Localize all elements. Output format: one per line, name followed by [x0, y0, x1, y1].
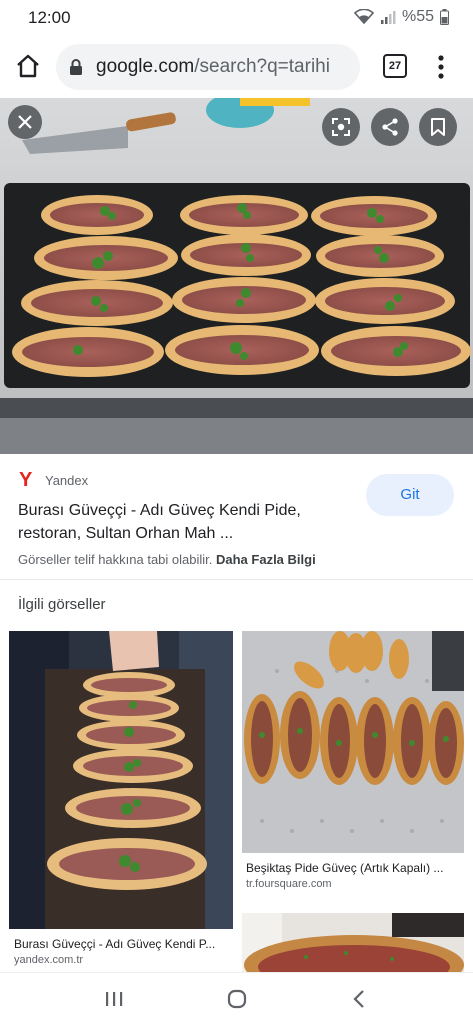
copyright-notice: Görseller telif hakkına tabi olabilir. D…: [18, 552, 316, 567]
home-circle-icon: [227, 989, 247, 1009]
home-nav-button[interactable]: [223, 985, 251, 1013]
related-photo-2: [242, 631, 464, 853]
lens-button[interactable]: [322, 108, 360, 146]
more-info-link[interactable]: Daha Fazla Bilgi: [216, 552, 316, 567]
related-photo-1: [9, 631, 233, 929]
related-source-1: yandex.com.tr: [14, 954, 84, 966]
address-bar[interactable]: google.com/search?q=tarihi: [56, 44, 360, 90]
bookmark-icon: [431, 118, 445, 136]
close-button[interactable]: [8, 105, 42, 139]
close-icon: [18, 115, 32, 129]
source-logo: Y: [19, 469, 33, 491]
save-button[interactable]: [419, 108, 457, 146]
related-images-heading: İlgili görseller: [18, 596, 106, 613]
url-path: /search?q=tarihi: [194, 56, 330, 77]
more-vert-icon: [438, 55, 444, 79]
url-text: google.com/search?q=tarihi: [96, 56, 330, 78]
battery-text: %55: [401, 8, 434, 25]
pide-group: [12, 195, 471, 377]
recent-apps-button[interactable]: [100, 985, 128, 1013]
url-domain: google.com: [96, 56, 195, 77]
pide-tray-photo: [0, 98, 473, 454]
recents-icon: [106, 992, 123, 1006]
wifi-icon: [353, 9, 374, 25]
related-image-3[interactable]: [242, 913, 464, 972]
visit-button[interactable]: Git: [366, 474, 454, 516]
result-title[interactable]: Burası Güveççi - Adı Güveç Kendi Pide, r…: [18, 499, 348, 545]
tab-switcher-button[interactable]: 27: [383, 54, 407, 78]
overflow-menu-button[interactable]: [433, 54, 449, 80]
status-bar: 12:00 %55: [0, 0, 473, 36]
share-button[interactable]: [371, 108, 409, 146]
lock-icon: [68, 58, 84, 81]
status-icons: %55: [353, 8, 449, 26]
main-image[interactable]: [0, 98, 473, 454]
related-caption-2[interactable]: Beşiktaş Pide Güveç (Artık Kapalı) ...: [246, 861, 464, 875]
copyright-text: Görseller telif hakkına tabi olabilir.: [18, 552, 213, 567]
related-image-1[interactable]: [9, 631, 233, 929]
source-name[interactable]: Yandex: [45, 473, 88, 488]
image-source-panel: Y Yandex Burası Güveççi - Adı Güveç Kend…: [0, 454, 473, 580]
lens-icon: [332, 118, 350, 136]
back-chevron-icon: [353, 990, 364, 1008]
system-navigation-bar: [0, 972, 473, 1024]
battery-icon: [440, 9, 449, 25]
browser-toolbar: google.com/search?q=tarihi 27: [0, 36, 473, 98]
home-icon: [17, 54, 39, 78]
related-image-2[interactable]: [242, 631, 464, 853]
status-time: 12:00: [28, 8, 71, 27]
share-icon: [382, 118, 398, 136]
related-source-2: tr.foursquare.com: [246, 878, 332, 890]
home-button[interactable]: [14, 52, 42, 80]
back-button[interactable]: [346, 985, 374, 1013]
related-photo-3: [242, 913, 464, 972]
signal-icon: [380, 9, 396, 25]
related-caption-1[interactable]: Burası Güveççi - Adı Güveç Kendi P...: [14, 937, 234, 951]
